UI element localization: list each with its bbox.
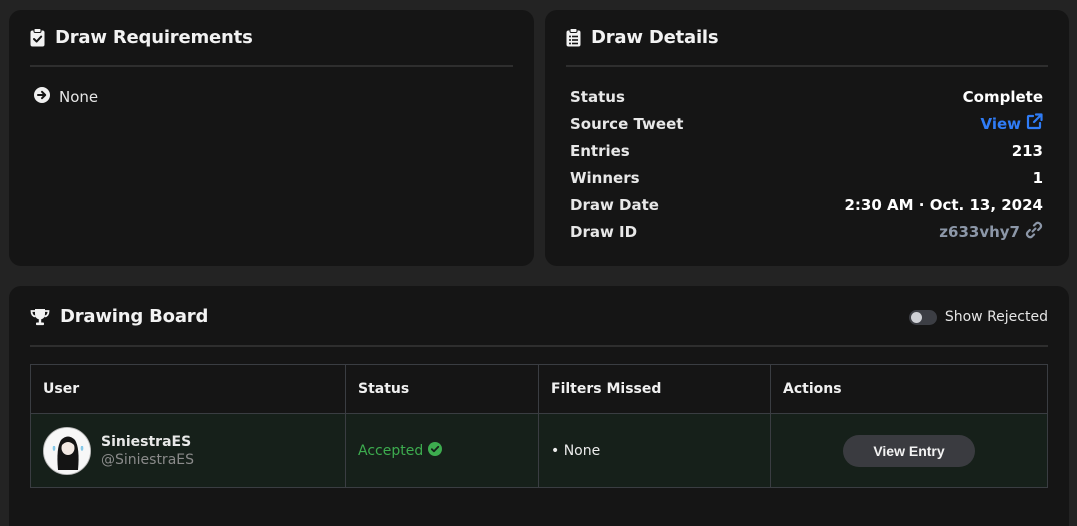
draw-requirements-card: Draw Requirements None xyxy=(9,10,534,266)
column-header-status: Status xyxy=(345,364,539,414)
draw-details-card: Draw Details Status Complete Source Twee… xyxy=(545,10,1069,266)
user-info: SiniestraES @SiniestraES xyxy=(43,426,345,475)
detail-row-entries: Entries 213 xyxy=(570,137,1043,164)
detail-row-draw-id: Draw ID z633vhy7 xyxy=(570,218,1043,245)
detail-label: Winners xyxy=(570,168,640,187)
header-divider xyxy=(30,345,1048,347)
trophy-icon xyxy=(30,308,50,326)
drawing-board-title: Drawing Board xyxy=(60,306,209,327)
draw-details-header: Draw Details xyxy=(566,27,719,48)
detail-label: Draw ID xyxy=(570,222,638,241)
clipboard-check-icon xyxy=(30,28,45,47)
header-divider xyxy=(30,65,513,67)
detail-row-winners: Winners 1 xyxy=(570,164,1043,191)
avatar[interactable] xyxy=(43,426,91,475)
table-row: SiniestraES @SiniestraES Accepted • None… xyxy=(30,413,1048,488)
detail-label: Draw Date xyxy=(570,195,659,214)
detail-row-status: Status Complete xyxy=(570,83,1043,110)
requirement-item-label: None xyxy=(59,88,99,106)
status-cell: Accepted xyxy=(345,413,539,488)
check-circle-icon xyxy=(428,441,443,460)
draw-id-value: z633vhy7 xyxy=(939,222,1020,241)
header-divider xyxy=(566,65,1048,67)
column-header-filters-missed: Filters Missed xyxy=(538,364,771,414)
circle-arrow-right-icon xyxy=(34,87,50,107)
toggle-knob xyxy=(910,311,922,323)
column-header-actions: Actions xyxy=(770,364,1048,414)
draw-details-title: Draw Details xyxy=(591,27,719,48)
view-entry-button[interactable]: View Entry xyxy=(843,434,975,467)
user-text: SiniestraES @SiniestraES xyxy=(101,434,194,468)
entries-value: 213 xyxy=(1011,141,1043,160)
drawing-board-card: Drawing Board Show Rejected User Status … xyxy=(9,286,1069,526)
table-header-row: User Status Filters Missed Actions xyxy=(30,364,1048,414)
status-label: Accepted xyxy=(358,442,424,459)
filters-missed-cell: • None xyxy=(538,413,771,488)
column-header-user: User xyxy=(30,364,346,414)
detail-label: Status xyxy=(570,87,625,106)
draw-id-link[interactable]: z633vhy7 xyxy=(939,221,1043,243)
draw-requirements-title: Draw Requirements xyxy=(55,27,253,48)
show-rejected-label: Show Rejected xyxy=(944,309,1048,325)
draw-requirements-header: Draw Requirements xyxy=(30,27,253,48)
status-value: Complete xyxy=(962,87,1043,106)
show-rejected-toggle[interactable]: Show Rejected xyxy=(908,309,1048,325)
winners-value: 1 xyxy=(1032,168,1043,187)
draw-date-value: 2:30 AM · Oct. 13, 2024 xyxy=(844,195,1044,214)
detail-label: Source Tweet xyxy=(570,114,684,133)
detail-row-draw-date: Draw Date 2:30 AM · Oct. 13, 2024 xyxy=(570,191,1043,218)
detail-row-source-tweet: Source Tweet View xyxy=(570,110,1043,137)
drawing-board-header: Drawing Board xyxy=(30,306,208,327)
clipboard-list-icon xyxy=(566,28,581,47)
external-link-icon xyxy=(1026,113,1043,134)
status-badge: Accepted xyxy=(358,441,538,460)
user-cell: SiniestraES @SiniestraES xyxy=(30,413,346,488)
drawing-board-table: User Status Filters Missed Actions Sinie… xyxy=(30,364,1048,488)
requirement-item: None xyxy=(34,87,98,107)
source-tweet-link-label: View xyxy=(980,114,1021,133)
user-display-name[interactable]: SiniestraES xyxy=(101,434,194,450)
detail-label: Entries xyxy=(570,141,630,160)
toggle-switch[interactable] xyxy=(908,309,937,325)
source-tweet-link[interactable]: View xyxy=(980,113,1043,134)
link-icon xyxy=(1025,221,1043,243)
user-handle[interactable]: @SiniestraES xyxy=(101,452,194,468)
actions-cell: View Entry xyxy=(770,413,1048,488)
